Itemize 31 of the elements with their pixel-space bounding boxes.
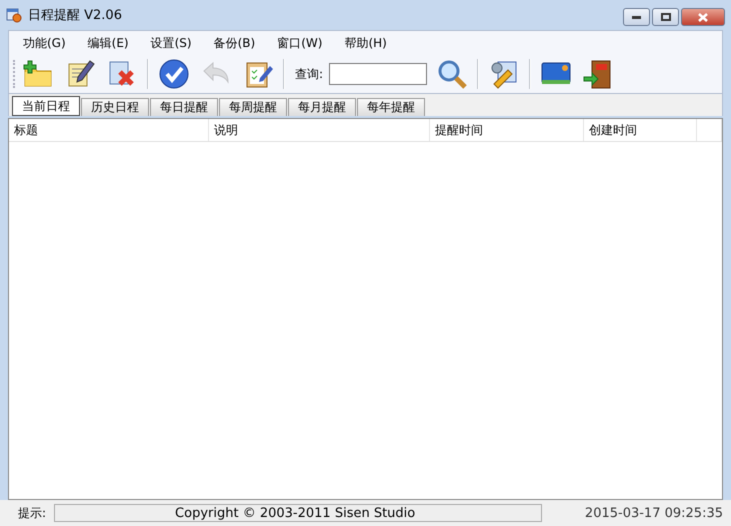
status-message: Copyright © 2003-2011 Sisen Studio [54, 504, 542, 522]
column-header[interactable]: 创建时间 [584, 119, 697, 141]
column-header[interactable]: 标题 [9, 119, 209, 141]
tab[interactable]: 每月提醒 [288, 98, 356, 116]
close-button[interactable] [681, 8, 725, 26]
column-header[interactable]: 说明 [209, 119, 430, 141]
close-icon [698, 12, 708, 22]
search-label: 查询: [295, 66, 324, 82]
menu-item[interactable]: 备份(B) [206, 34, 264, 52]
window-title: 日程提醒 V2.06 [28, 7, 122, 24]
tab[interactable]: 历史日程 [81, 98, 149, 116]
tab[interactable]: 每年提醒 [357, 98, 425, 116]
column-header[interactable]: 提醒时间 [430, 119, 584, 141]
menu-item[interactable]: 帮助(H) [336, 34, 395, 52]
search-field[interactable] [329, 63, 428, 85]
check-icon [158, 58, 190, 90]
status-label: 提示: [18, 504, 46, 522]
maximize-icon [660, 13, 670, 21]
maximize-button[interactable] [652, 8, 679, 26]
menu-item[interactable]: 编辑(E) [80, 34, 137, 52]
app-icon [6, 7, 22, 23]
status-time: 2015-03-17 09:25:35 [584, 506, 723, 520]
tab[interactable]: 每周提醒 [219, 98, 287, 116]
search-icon [436, 58, 468, 90]
tab[interactable]: 当前日程 [12, 96, 80, 116]
minimize-icon [632, 16, 641, 18]
tab[interactable]: 每日提醒 [150, 98, 218, 116]
menu-item[interactable]: 窗口(W) [269, 34, 330, 52]
minimize-button[interactable] [623, 8, 650, 26]
menu-item[interactable]: 设置(S) [142, 34, 200, 52]
menu-item[interactable]: 功能(G) [15, 34, 74, 52]
